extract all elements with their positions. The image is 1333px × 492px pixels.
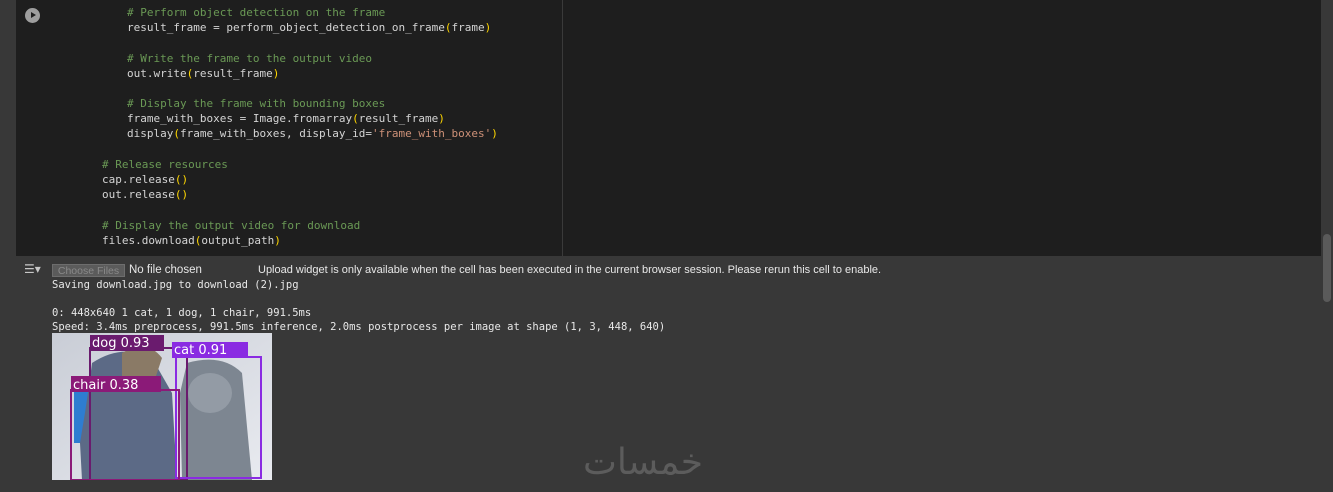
code-line: out.write(result_frame): [127, 66, 279, 81]
code-token: result_frame = perform_object_detection_…: [127, 21, 445, 34]
code-token: cap.release: [102, 173, 175, 186]
upload-message: Upload widget is only available when the…: [258, 264, 882, 276]
code-token: # Display the frame with bounding boxes: [127, 97, 386, 110]
code-token: ): [491, 127, 498, 140]
code-token: (): [174, 188, 189, 201]
code-token: result_frame: [358, 112, 439, 125]
code-token: frame_with_boxes = Image.fromarray: [127, 112, 353, 125]
code-token: out.write: [127, 67, 187, 80]
code-token: ): [274, 234, 281, 247]
code-token: 'frame_with_boxes': [372, 127, 492, 140]
code-line: frame_with_boxes = Image.fromarray(resul…: [127, 111, 445, 126]
code-line: display(frame_with_boxes, display_id='fr…: [127, 126, 498, 141]
code-token: # Perform object detection on the frame: [127, 6, 386, 19]
code-line: result_frame = perform_object_detection_…: [127, 20, 491, 35]
code-token: # Release resources: [102, 158, 228, 171]
code-token: display: [127, 127, 174, 140]
code-line: # Perform object detection on the frame: [127, 5, 385, 20]
code-token: frame_with_boxes, display_id=: [179, 127, 373, 140]
output-line: 0: 448x640 1 cat, 1 dog, 1 chair, 991.5m…: [52, 307, 312, 319]
code-line: files.download(output_path): [102, 233, 281, 248]
code-token: (: [173, 127, 180, 140]
code-line: # Write the frame to the output video: [127, 51, 372, 66]
code-token: # Display the output video for download: [102, 219, 361, 232]
watermark-logo: خمسات: [583, 442, 704, 483]
code-line: # Release resources: [102, 157, 228, 172]
code-line: out.release(): [102, 187, 188, 202]
code-token: (: [352, 112, 359, 125]
editor-ruler: [562, 0, 563, 256]
output-line: Speed: 3.4ms preprocess, 991.5ms inferen…: [52, 321, 666, 333]
code-line: # Display the frame with bounding boxes: [127, 96, 385, 111]
scrollbar[interactable]: [1323, 234, 1331, 302]
no-file-label: No file chosen: [129, 264, 202, 276]
run-cell-button[interactable]: [25, 8, 40, 23]
code-token: ): [272, 67, 280, 80]
dog-label: dog 0.93: [92, 336, 150, 351]
code-token: frame: [451, 21, 485, 34]
code-line: # Display the output video for download: [102, 218, 360, 233]
code-line: cap.release(): [102, 172, 188, 187]
code-token: # Write the frame to the output video: [127, 52, 373, 65]
detection-result-image: dog 0.93 cat 0.91 chair 0.38: [52, 333, 272, 480]
output-toggle-icon[interactable]: ☰▾: [24, 262, 42, 276]
chair-label: chair 0.38: [73, 378, 138, 393]
code-token: files.download: [102, 234, 195, 247]
code-token: (): [174, 173, 189, 186]
output-line: Saving download.jpg to download (2).jpg: [52, 279, 299, 291]
code-token: (: [444, 21, 452, 34]
code-token: output_path: [201, 234, 275, 247]
code-token: ): [438, 112, 445, 125]
cat-label: cat 0.91: [174, 343, 227, 358]
code-token: ): [484, 21, 492, 34]
code-token: result_frame: [193, 67, 273, 80]
choose-files-button[interactable]: Choose Files: [52, 264, 125, 277]
code-token: out.release: [102, 188, 175, 201]
code-cell[interactable]: # Perform object detection on the frame r…: [16, 0, 1321, 256]
